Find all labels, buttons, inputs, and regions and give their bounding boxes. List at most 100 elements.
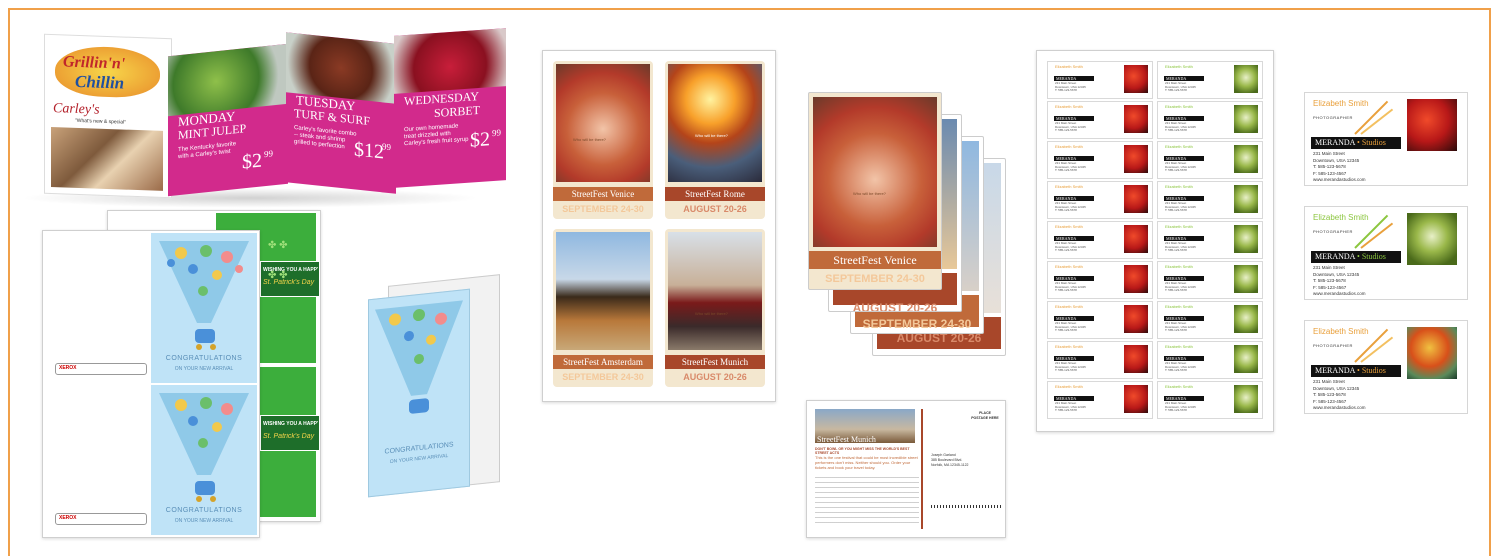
mini-card-name: Elizabeth Smith xyxy=(1055,264,1083,269)
mini-card-name: Elizabeth Smith xyxy=(1165,344,1193,349)
mini-card-photo xyxy=(1234,345,1258,373)
card-title: PHOTOGRAPHER xyxy=(1313,343,1353,348)
folded-baby-card: CONGRATULATIONS ON YOUR NEW ARRIVAL xyxy=(364,272,500,498)
monday-cents: 99 xyxy=(264,148,273,160)
mini-card-name: Elizabeth Smith xyxy=(1055,144,1083,149)
mini-card-address: 231 Main Street Downtown, USA 12345 T: 585… xyxy=(1165,121,1196,133)
meranda-logo: MERANDA • Studios xyxy=(1311,365,1401,377)
stack-photo xyxy=(813,97,937,247)
mini-card-address: 231 Main Street Downtown, USA 12345 T: 585… xyxy=(1055,321,1086,333)
mini-card-photo xyxy=(1234,145,1258,173)
poster-ribbon: Who will be there? xyxy=(695,311,728,316)
mini-card-address: 231 Main Street Downtown, USA 12345 T: 585… xyxy=(1165,201,1196,213)
mini-business-card: Elizabeth Smith MERANDA 231 Main Street Dow… xyxy=(1047,261,1153,299)
mini-business-card: Elizabeth Smith MERANDA 231 Main Street Dow… xyxy=(1047,381,1153,419)
card-title: PHOTOGRAPHER xyxy=(1313,229,1353,234)
mini-card-address: 231 Main Street Downtown, USA 12345 T: 585… xyxy=(1055,201,1086,213)
folded-card-front: CONGRATULATIONS ON YOUR NEW ARRIVAL xyxy=(368,288,470,498)
streetfest-sheet: Who will be there? StreetFest Venice SEP… xyxy=(542,50,776,402)
poster-date: SEPTEMBER 24-30 xyxy=(562,204,644,214)
tuesday-desc: Carley's favorite combo -- steak and shr… xyxy=(294,125,357,151)
brand-name: Carley's xyxy=(53,101,100,118)
mini-card-photo xyxy=(1234,185,1258,213)
xerox-logo: XEROX xyxy=(59,515,77,521)
poster-rome: Who will be there? StreetFest Rome AUGUS… xyxy=(665,61,765,219)
poster-city: StreetFest Venice xyxy=(553,187,653,201)
mini-card-name: Elizabeth Smith xyxy=(1165,224,1193,229)
mini-business-card: Elizabeth Smith MERANDA 231 Main Street Dow… xyxy=(1157,101,1263,139)
mini-business-card: Elizabeth Smith MERANDA 231 Main Street Dow… xyxy=(1047,221,1153,259)
baby-line2-bottom: ON YOUR NEW ARRIVAL xyxy=(174,518,234,524)
stack-date: AUGUST 20-26 xyxy=(852,301,938,312)
business-card-sheet: Elizabeth Smith MERANDA 231 Main Street Dow… xyxy=(1036,50,1274,432)
meranda-logo: MERANDA • Studios xyxy=(1311,137,1401,149)
logo-sub: Studios xyxy=(1361,252,1386,261)
mini-business-card: Elizabeth Smith MERANDA 231 Main Street Dow… xyxy=(1047,181,1153,219)
mini-card-photo xyxy=(1124,65,1148,93)
card-name: Elizabeth Smith xyxy=(1313,327,1369,336)
mini-card-photo xyxy=(1234,385,1258,413)
mini-card-address: 231 Main Street Downtown, USA 12345 T: 585… xyxy=(1165,161,1196,173)
mini-card-photo xyxy=(1124,185,1148,213)
tuesday-cents: 99 xyxy=(382,141,391,153)
card-photo xyxy=(1407,99,1457,151)
mini-card-address: 231 Main Street Downtown, USA 12345 T: 585… xyxy=(1055,161,1086,173)
mini-business-card: Elizabeth Smith MERANDA 231 Main Street Dow… xyxy=(1157,221,1263,259)
mini-business-card: Elizabeth Smith MERANDA 231 Main Street Dow… xyxy=(1047,141,1153,179)
clover-line2-bottom: St. Patrick's Day xyxy=(263,433,315,440)
mini-card-name: Elizabeth Smith xyxy=(1165,264,1193,269)
meranda-logo: MERANDA • Studios xyxy=(1311,251,1401,263)
monday-price: $2 xyxy=(242,149,262,174)
logo-main: MERANDA xyxy=(1315,366,1356,375)
tuesday-price: $12 xyxy=(354,138,384,164)
mini-card-address: 231 Main Street Downtown, USA 12345 T: 585… xyxy=(1055,361,1086,373)
poster-ribbon: Who will be there? xyxy=(695,133,728,138)
card-phone: T: 585-123-5678 xyxy=(1165,408,1187,412)
card-phone: T: 585-123-5678 xyxy=(1055,408,1077,412)
business-card-green: Elizabeth Smith PHOTOGRAPHER MERANDA • S… xyxy=(1304,206,1468,300)
poster-date: AUGUST 20-26 xyxy=(683,204,747,214)
postcard-body-lines xyxy=(815,477,919,527)
mini-card-address: 231 Main Street Downtown, USA 12345 T: 585… xyxy=(1055,81,1086,93)
card-phone: T: 585-123-5678 xyxy=(1165,328,1187,332)
mini-business-card: Elizabeth Smith MERANDA 231 Main Street Dow… xyxy=(1047,341,1153,379)
card-phone: T: 585-123-5678 xyxy=(1055,288,1077,292)
poster-date: SEPTEMBER 24-30 xyxy=(562,372,644,382)
card-web: www.merandastudios.com xyxy=(1313,177,1366,182)
streetfest-stack: AUGUST 20-26 SEPTEMBER 24-30 AUGUST 20-2… xyxy=(808,92,1008,372)
mini-card-address: 231 Main Street Downtown, USA 12345 T: 585… xyxy=(1055,281,1086,293)
card-phone: T: 585-123-5678 xyxy=(1165,208,1187,212)
stack-ribbon: Who will be there? xyxy=(853,191,886,196)
clover-line1-bottom: WISHING YOU A HAPPY xyxy=(263,421,318,427)
poster-amsterdam: StreetFest Amsterdam SEPTEMBER 24-30 xyxy=(553,229,653,387)
card-phone: T: 585-123-5678 xyxy=(1055,248,1077,252)
mini-card-name: Elizabeth Smith xyxy=(1165,384,1193,389)
wednesday-item: SORBET xyxy=(434,102,481,121)
logo-line1: Grillin'n' xyxy=(63,53,126,73)
mini-business-card: Elizabeth Smith MERANDA 231 Main Street Dow… xyxy=(1047,101,1153,139)
business-card-orange: Elizabeth Smith PHOTOGRAPHER MERANDA • S… xyxy=(1304,92,1468,186)
mini-card-photo xyxy=(1234,305,1258,333)
card-photo xyxy=(1407,213,1457,265)
tent-panel-monday: MONDAY MINT JULEP The Kentucky favorite … xyxy=(168,43,288,197)
wednesday-desc: Our own homemade treat drizzled with Car… xyxy=(404,123,469,148)
card-phone: T: 585-123-5678 xyxy=(1055,208,1077,212)
mini-card-photo xyxy=(1234,105,1258,133)
mini-card-name: Elizabeth Smith xyxy=(1165,144,1193,149)
mini-card-name: Elizabeth Smith xyxy=(1165,304,1193,309)
poster-city: StreetFest Munich xyxy=(665,355,765,369)
mini-business-card: Elizabeth Smith MERANDA 231 Main Street Dow… xyxy=(1157,61,1263,99)
wednesday-price: $2 xyxy=(470,128,490,152)
card-phone: T: 585-123-5678 xyxy=(1055,128,1077,132)
card-phone: T: 585-123-5678 xyxy=(1165,168,1187,172)
logo-line2: Chillin xyxy=(75,71,125,93)
tagline: "What's new & special" xyxy=(75,117,126,126)
mini-card-name: Elizabeth Smith xyxy=(1165,104,1193,109)
card-address: 231 Main Street Downtown, USA 12345 T: 5… xyxy=(1313,151,1366,184)
tent-panel-tuesday: TUESDAY TURF & SURF Carley's favorite co… xyxy=(286,32,396,194)
baby-panel-top: CONGRATULATIONS ON YOUR NEW ARRIVAL xyxy=(151,233,257,383)
card-web: www.merandastudios.com xyxy=(1313,405,1366,410)
stack-card-front: Who will be there? StreetFest Venice SEP… xyxy=(808,92,942,290)
baby-line1-bottom: CONGRATULATIONS xyxy=(165,507,243,514)
logo-sub: Studios xyxy=(1361,138,1386,147)
